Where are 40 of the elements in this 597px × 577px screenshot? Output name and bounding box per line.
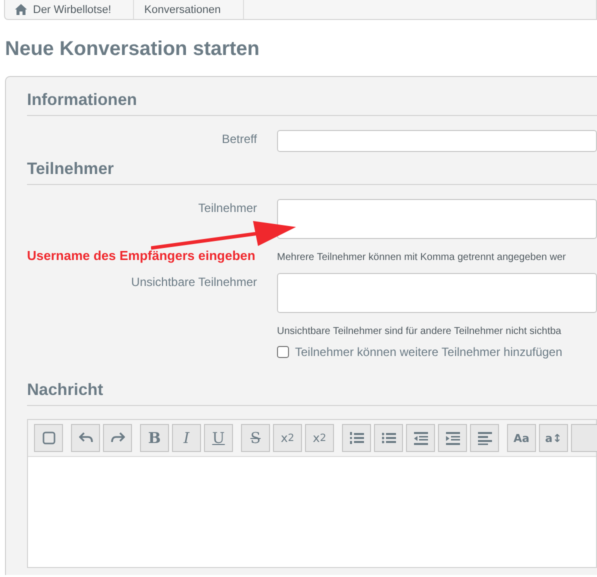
format-button[interactable]: a↕ [539, 424, 568, 452]
toolbar-button[interactable] [34, 424, 63, 452]
numbered-list-icon [350, 431, 364, 445]
redo-icon [110, 431, 124, 445]
breadcrumb-link[interactable]: Der Wirbellotse! [5, 0, 134, 19]
toolbar-button[interactable] [342, 424, 371, 452]
field-label: Unsichtbare Teilnehmer [131, 275, 257, 289]
section-heading: Teilnehmer [27, 160, 597, 185]
annotation-text: Username des Empfängers eingeben [27, 248, 256, 263]
format-button[interactable]: B [140, 424, 169, 452]
checkbox-label: Teilnehmer können weitere Teilnehmer hinzufügen [295, 345, 562, 359]
toolbar-button[interactable] [470, 424, 499, 452]
align-left-icon [478, 431, 492, 445]
breadcrumb-link[interactable]: Konversationen [134, 0, 244, 19]
input-field[interactable] [277, 130, 597, 152]
bullet-list-icon [382, 431, 396, 445]
hint-text: Mehrere Teilnehmer können mit Komma getrennt angegeben wer [277, 252, 566, 263]
toolbar-button[interactable] [103, 424, 132, 452]
format-button[interactable]: I [172, 424, 201, 452]
format-button[interactable]: S [241, 424, 270, 452]
page-title: Neue Konversation starten [5, 38, 261, 61]
toolbar-button[interactable] [406, 424, 435, 452]
indent-icon [446, 431, 460, 445]
field-label: Betreff [222, 132, 257, 146]
input-field[interactable] [277, 273, 597, 313]
checkbox[interactable] [277, 346, 289, 358]
section-heading: Nachricht [27, 381, 597, 406]
input-field[interactable] [277, 199, 597, 239]
toolbar-button[interactable] [71, 424, 100, 452]
hint-text: Unsichtbare Teilnehmer sind für andere Teilnehmer nicht sichtba [277, 326, 562, 337]
undo-icon [78, 431, 92, 445]
toolbar-button[interactable] [374, 424, 403, 452]
field-label: Teilnehmer [198, 201, 257, 215]
outdent-icon [414, 431, 428, 445]
home-icon [15, 4, 27, 15]
format-button[interactable]: U [204, 424, 233, 452]
format-button[interactable]: Aa [507, 424, 536, 452]
toolbar-button[interactable] [438, 424, 467, 452]
square-icon [42, 431, 56, 445]
section-heading: Informationen [27, 91, 597, 116]
